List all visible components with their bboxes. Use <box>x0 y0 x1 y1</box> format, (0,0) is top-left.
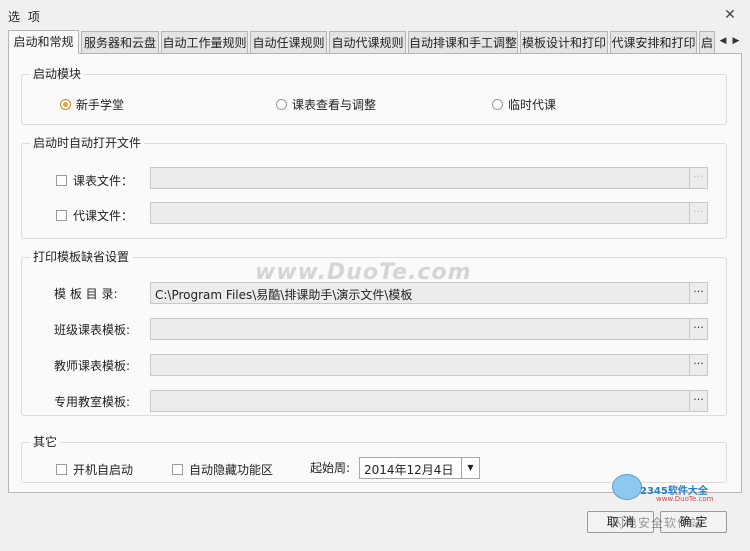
group-title: 启动时自动打开文件 <box>30 135 145 151</box>
chevron-down-icon[interactable]: ▼ <box>461 458 479 478</box>
checkbox-label: 开机自启动 <box>73 463 134 477</box>
substitute-file-field[interactable]: ··· <box>150 202 708 224</box>
substitute-file-checkbox[interactable]: 代课文件： <box>56 207 133 224</box>
tab-substitute-rules[interactable]: 自动代课规则 <box>329 31 406 53</box>
room-template-field[interactable]: ··· <box>150 390 708 412</box>
tab-substitute-print[interactable]: 代课安排和打印 <box>610 31 697 53</box>
field-value: C:\Program Files\易酷\排课助手\演示文件\模板 <box>155 288 413 302</box>
radio-schedule-view[interactable]: 课表查看与调整 <box>276 96 376 113</box>
template-dir-label: 模 板 目 录: <box>54 287 118 301</box>
tab-template-print[interactable]: 模板设计和打印 <box>520 31 608 53</box>
tab-strip: 启动和常规 服务器和云盘 自动工作量规则 自动任课规则 自动代课规则 自动排课和… <box>8 30 742 54</box>
schedule-file-field[interactable]: ··· <box>150 167 708 189</box>
autostart-checkbox[interactable]: 开机自启动 <box>56 461 133 478</box>
date-value: 2014年12月4日 <box>364 463 454 477</box>
browse-button[interactable]: ··· <box>689 355 707 375</box>
teacher-template-label: 教师课表模板: <box>54 359 131 373</box>
radio-indicator <box>492 99 503 110</box>
checkbox-label: 课表文件： <box>73 174 134 188</box>
checkbox-indicator <box>56 464 67 475</box>
start-week-date-picker[interactable]: 2014年12月4日 ▼ <box>359 457 480 479</box>
checkbox-indicator <box>56 175 67 186</box>
class-template-field[interactable]: ··· <box>150 318 708 340</box>
tab-panel: 启动模块 新手学堂 课表查看与调整 临时代课 启动时自动打开文件 课表文件： ·… <box>8 53 742 493</box>
group-title: 启动模块 <box>30 66 85 82</box>
browse-button[interactable]: ··· <box>689 168 707 188</box>
radio-indicator <box>276 99 287 110</box>
radio-temp-substitute[interactable]: 临时代课 <box>492 96 556 113</box>
print-template-group: 打印模板缺省设置 模 板 目 录: C:\Program Files\易酷\排课… <box>21 249 727 416</box>
radio-label: 临时代课 <box>508 98 557 112</box>
room-template-label: 专用教室模板: <box>54 395 131 409</box>
start-week-label: 起始周: <box>310 461 351 475</box>
radio-novice-school[interactable]: 新手学堂 <box>60 96 124 113</box>
group-title: 其它 <box>30 434 61 450</box>
browse-button[interactable]: ··· <box>689 391 707 411</box>
tab-scheduling[interactable]: 自动排课和手工调整 <box>408 31 518 53</box>
close-icon[interactable]: ✕ <box>722 7 738 23</box>
browse-button[interactable]: ··· <box>689 203 707 223</box>
group-title: 打印模板缺省设置 <box>30 249 133 265</box>
tab-workload-rules[interactable]: 自动工作量规则 <box>161 31 248 53</box>
tab-scroll-left-icon[interactable]: ◀ <box>718 35 728 47</box>
checkbox-label: 代课文件： <box>73 209 134 223</box>
title-bar: 选 项 ✕ <box>0 0 750 30</box>
tab-startup-general[interactable]: 启动和常规 <box>8 30 79 54</box>
tab-scroll-right-icon[interactable]: ▶ <box>731 35 741 47</box>
browse-button[interactable]: ··· <box>689 319 707 339</box>
tab-more[interactable]: 启 <box>699 31 715 53</box>
checkbox-label: 自动隐藏功能区 <box>189 463 274 477</box>
checkbox-indicator <box>172 464 183 475</box>
checkbox-indicator <box>56 210 67 221</box>
ok-button[interactable]: 确 定 <box>660 511 727 533</box>
other-group: 其它 开机自启动 自动隐藏功能区 起始周: 2014年12月4日 ▼ <box>21 434 727 483</box>
tab-server-cloud[interactable]: 服务器和云盘 <box>81 31 159 53</box>
cancel-button[interactable]: 取 消 <box>587 511 654 533</box>
tab-teaching-rules[interactable]: 自动任课规则 <box>250 31 327 53</box>
radio-indicator <box>60 99 71 110</box>
schedule-file-checkbox[interactable]: 课表文件： <box>56 172 133 189</box>
radio-label: 课表查看与调整 <box>292 98 377 112</box>
class-template-label: 班级课表模板: <box>54 323 131 337</box>
radio-label: 新手学堂 <box>76 98 125 112</box>
teacher-template-field[interactable]: ··· <box>150 354 708 376</box>
2345-url-watermark: www.DuoTe.com <box>656 495 714 503</box>
auto-open-group: 启动时自动打开文件 课表文件： ··· 代课文件： ··· <box>21 135 727 239</box>
startup-module-group: 启动模块 新手学堂 课表查看与调整 临时代课 <box>21 66 727 125</box>
template-dir-field[interactable]: C:\Program Files\易酷\排课助手\演示文件\模板 ··· <box>150 282 708 304</box>
window-title: 选 项 <box>8 10 42 24</box>
browse-button[interactable]: ··· <box>689 283 707 303</box>
autohide-ribbon-checkbox[interactable]: 自动隐藏功能区 <box>172 461 273 478</box>
